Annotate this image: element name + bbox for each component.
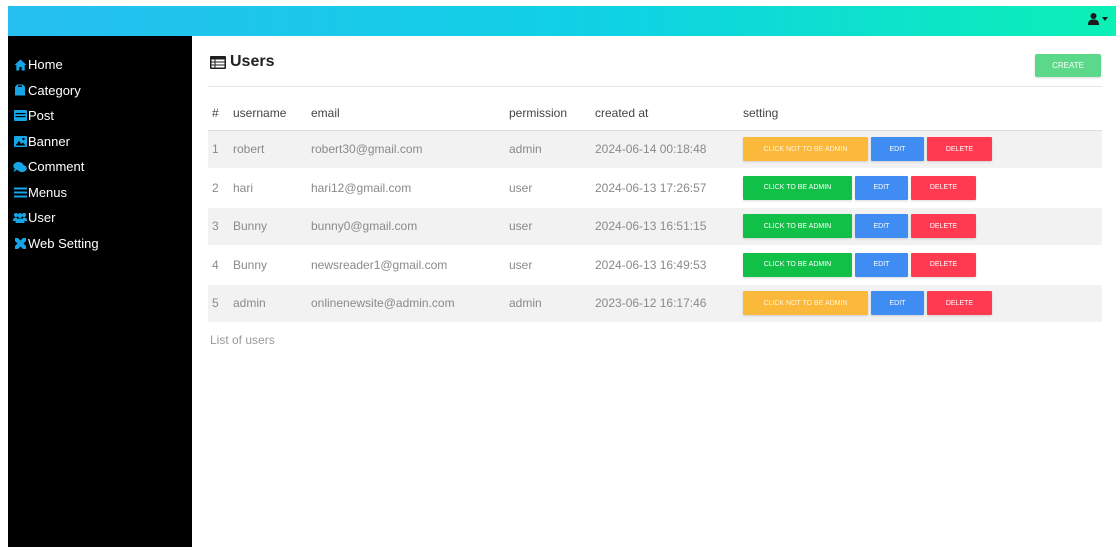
table-caption: List of users — [210, 333, 275, 347]
header-created-at: created at — [595, 97, 743, 131]
sidebar-item-label: Web Setting — [28, 235, 99, 251]
sidebar-item-web-setting[interactable]: Web Setting — [8, 231, 192, 257]
sidebar-item-label: Banner — [28, 133, 70, 149]
sidebar-item-label: Home — [28, 57, 63, 73]
delete-button[interactable]: DELETE — [911, 175, 976, 200]
sidebar-item-category[interactable]: Category — [8, 78, 192, 104]
top-bar — [8, 6, 1116, 36]
table-icon — [210, 55, 226, 69]
delete-button[interactable]: DELETE — [927, 137, 992, 162]
comments-icon — [13, 160, 27, 174]
edit-button[interactable]: EDIT — [871, 291, 924, 316]
table-header-row: # username email permission created at s… — [208, 97, 1102, 131]
header-permission: permission — [509, 97, 595, 131]
table-row: 2 hari hari12@gmail.com user 2024-06-13 … — [208, 168, 1102, 208]
cell-username: robert — [233, 130, 311, 169]
home-icon — [13, 58, 27, 72]
cell-username: admin — [233, 284, 311, 323]
cell-created-at: 2024-06-13 16:49:53 — [595, 245, 743, 285]
click-not-to-be-admin-button[interactable]: CLICK NOT TO BE ADMIN — [743, 291, 868, 316]
sidebar-item-user[interactable]: User — [8, 205, 192, 231]
table-row: 4 Bunny newsreader1@gmail.com user 2024-… — [208, 245, 1102, 285]
sidebar-item-home[interactable]: Home — [8, 52, 192, 78]
cell-permission: admin — [509, 284, 595, 323]
page-title: Users — [210, 53, 274, 71]
header-email: email — [311, 97, 509, 131]
sidebar-item-label: Category — [28, 82, 81, 98]
cell-email: newsreader1@gmail.com — [311, 245, 509, 285]
cell-created-at: 2024-06-14 00:18:48 — [595, 130, 743, 169]
sidebar-item-banner[interactable]: Banner — [8, 129, 192, 155]
create-button[interactable]: CREATE — [1035, 54, 1101, 77]
sidebar: Home Category Post Banner Comment Menus — [8, 36, 192, 547]
page-title-text: Users — [230, 53, 275, 70]
sidebar-item-post[interactable]: Post — [8, 103, 192, 129]
sidebar-item-menus[interactable]: Menus — [8, 180, 192, 206]
table-row: 3 Bunny bunny0@gmail.com user 2024-06-13… — [208, 207, 1102, 246]
cell-setting: CLICK NOT TO BE ADMIN EDIT DELETE — [743, 130, 1102, 169]
cell-email: hari12@gmail.com — [311, 168, 509, 208]
cell-created-at: 2024-06-13 16:51:15 — [595, 207, 743, 246]
cell-username: Bunny — [233, 245, 311, 285]
delete-button[interactable]: DELETE — [911, 252, 976, 277]
cell-permission: user — [509, 245, 595, 285]
image-icon — [13, 134, 27, 148]
cell-username: hari — [233, 168, 311, 208]
cell-setting: CLICK TO BE ADMIN EDIT DELETE — [743, 168, 1102, 208]
delete-button[interactable]: DELETE — [911, 214, 976, 239]
cell-email: bunny0@gmail.com — [311, 207, 509, 246]
click-to-be-admin-button[interactable]: CLICK TO BE ADMIN — [743, 175, 852, 200]
table-row: 5 admin onlinenewsite@admin.com admin 20… — [208, 284, 1102, 323]
user-menu[interactable] — [1088, 13, 1108, 25]
edit-button[interactable]: EDIT — [855, 175, 908, 200]
delete-button[interactable]: DELETE — [927, 291, 992, 316]
cell-permission: user — [509, 168, 595, 208]
list-icon — [13, 109, 27, 123]
click-to-be-admin-button[interactable]: CLICK TO BE ADMIN — [743, 252, 852, 277]
tag-icon — [13, 83, 27, 97]
cell-permission: user — [509, 207, 595, 246]
main-content: Users CREATE # username email permission… — [192, 36, 1116, 547]
cell-index: 2 — [208, 168, 233, 208]
tools-icon — [13, 236, 27, 250]
table-row: 1 robert robert30@gmail.com admin 2024-0… — [208, 130, 1102, 169]
sidebar-item-label: User — [28, 210, 56, 226]
cell-email: onlinenewsite@admin.com — [311, 284, 509, 323]
cell-created-at: 2024-06-13 17:26:57 — [595, 168, 743, 208]
click-to-be-admin-button[interactable]: CLICK TO BE ADMIN — [743, 214, 852, 239]
users-icon — [13, 211, 27, 225]
sidebar-item-label: Menus — [28, 184, 68, 200]
cell-setting: CLICK NOT TO BE ADMIN EDIT DELETE — [743, 284, 1102, 323]
header-index: # — [208, 97, 233, 131]
edit-button[interactable]: EDIT — [871, 137, 924, 162]
sidebar-item-label: Post — [28, 108, 55, 124]
header-username: username — [233, 97, 311, 131]
cell-index: 5 — [208, 284, 233, 323]
edit-button[interactable]: EDIT — [855, 252, 908, 277]
sidebar-item-comment[interactable]: Comment — [8, 154, 192, 180]
cell-index: 1 — [208, 130, 233, 169]
cell-email: robert30@gmail.com — [311, 130, 509, 169]
cell-index: 3 — [208, 207, 233, 246]
cell-username: Bunny — [233, 207, 311, 246]
cell-created-at: 2023-06-12 16:17:46 — [595, 284, 743, 323]
bars-icon — [13, 185, 27, 199]
users-table: # username email permission created at s… — [208, 97, 1102, 323]
cell-setting: CLICK TO BE ADMIN EDIT DELETE — [743, 245, 1102, 285]
edit-button[interactable]: EDIT — [855, 214, 908, 239]
cell-index: 4 — [208, 245, 233, 285]
cell-setting: CLICK TO BE ADMIN EDIT DELETE — [743, 207, 1102, 246]
sidebar-item-label: Comment — [28, 159, 85, 175]
caret-down-icon — [1102, 17, 1108, 21]
divider — [208, 86, 1102, 87]
click-not-to-be-admin-button[interactable]: CLICK NOT TO BE ADMIN — [743, 137, 868, 162]
user-icon — [1088, 13, 1099, 25]
cell-permission: admin — [509, 130, 595, 169]
header-setting: setting — [743, 97, 1102, 131]
